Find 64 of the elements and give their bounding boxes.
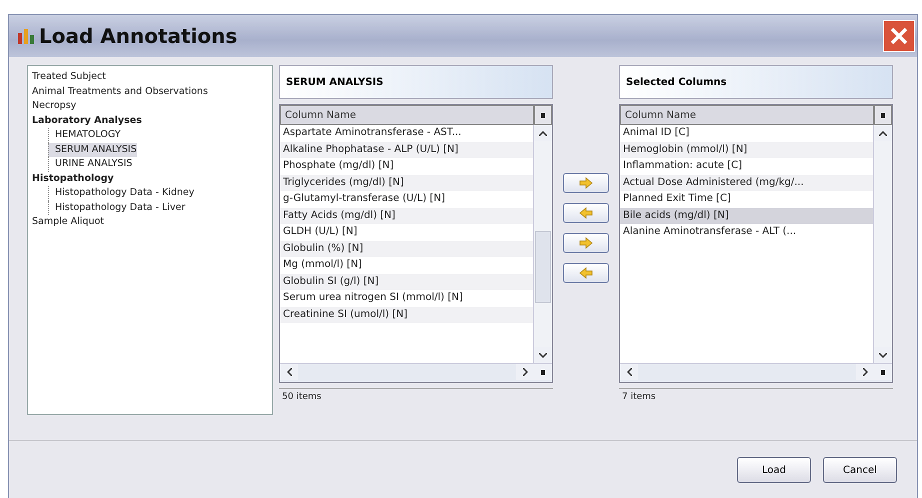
move-button[interactable]	[563, 173, 609, 193]
list-row[interactable]: Hemoglobin (mmol/l) [N]	[620, 142, 873, 158]
right-chevron-icon	[522, 368, 528, 376]
column-header[interactable]: Column Name	[620, 105, 874, 125]
list-row[interactable]: Globulin SI (g/l) [N]	[280, 274, 533, 290]
tree-item[interactable]: Treated Subject	[32, 70, 106, 84]
scroll-thumb[interactable]	[535, 231, 551, 303]
column-menu-button[interactable]	[534, 105, 552, 125]
vertical-scrollbar[interactable]	[533, 125, 552, 363]
move-button[interactable]	[563, 203, 609, 223]
square-icon	[541, 112, 545, 118]
window-title: Load Annotations	[39, 24, 238, 48]
square-icon	[881, 370, 885, 374]
corner-button[interactable]	[534, 364, 552, 380]
app-icon	[17, 27, 35, 45]
column-menu-button[interactable]	[874, 105, 892, 125]
down-chevron-icon	[879, 352, 887, 358]
list-row[interactable]: Creatinine SI (umol/l) [N]	[280, 306, 533, 323]
right-chevron-icon	[862, 368, 868, 376]
list-row[interactable]: Triglycerides (mg/dl) [N]	[280, 174, 533, 191]
list-row[interactable]: Actual Dose Administered (mg/kg/...	[620, 174, 873, 191]
load-button[interactable]: Load	[737, 457, 811, 483]
left-chevron-icon	[626, 368, 632, 376]
scroll-left-button[interactable]	[620, 364, 638, 380]
list-row[interactable]: Fatty Acids (mg/dl) [N]	[280, 208, 533, 224]
list-row[interactable]: Alkaline Phophatase - ALP (U/L) [N]	[280, 142, 533, 158]
left-chevron-icon	[286, 368, 292, 376]
tree-item[interactable]: SERUM ANALYSIS	[48, 142, 137, 157]
tree-item[interactable]: Animal Treatments and Observations	[32, 84, 208, 99]
left-arrow-icon	[578, 207, 594, 219]
tree-item[interactable]: Sample Aliquot	[32, 215, 104, 230]
vertical-scrollbar[interactable]	[873, 125, 892, 363]
panel-title: Selected Columns	[619, 65, 893, 99]
corner-button[interactable]	[874, 364, 892, 380]
right-arrow-icon	[578, 177, 594, 189]
up-chevron-icon	[879, 130, 887, 136]
scroll-left-button[interactable]	[280, 364, 298, 380]
item-count: 50 items	[279, 388, 553, 405]
tree-item[interactable]: Histopathology	[32, 172, 114, 186]
move-button[interactable]	[563, 263, 609, 283]
panel-title: SERUM ANALYSIS	[279, 65, 553, 99]
tree-item[interactable]: URINE ANALYSIS	[48, 157, 132, 172]
scroll-right-button[interactable]	[516, 364, 534, 380]
horizontal-scrollbar[interactable]	[620, 363, 892, 382]
list-row[interactable]: Bile acids (mg/dl) [N]	[620, 208, 873, 224]
scroll-right-button[interactable]	[856, 364, 874, 380]
item-count: 7 items	[619, 388, 893, 405]
move-button[interactable]	[563, 233, 609, 253]
square-icon	[541, 370, 545, 374]
left-arrow-icon	[578, 267, 594, 279]
tree-item[interactable]: Histopathology Data - Kidney	[48, 186, 194, 200]
close-icon	[890, 27, 908, 45]
horizontal-scrollbar[interactable]	[280, 363, 552, 382]
down-chevron-icon	[539, 352, 547, 358]
tree-item[interactable]: Histopathology Data - Liver	[48, 200, 186, 215]
square-icon	[881, 112, 885, 118]
up-chevron-icon	[539, 130, 547, 136]
tree-item[interactable]: Laboratory Analyses	[32, 114, 142, 128]
tree-item[interactable]: Necropsy	[32, 99, 76, 114]
close-button[interactable]	[883, 20, 915, 52]
cancel-button[interactable]: Cancel	[823, 457, 897, 483]
column-header[interactable]: Column Name	[280, 105, 534, 125]
right-arrow-icon	[578, 237, 594, 249]
list-row[interactable]: Globulin (%) [N]	[280, 240, 533, 257]
